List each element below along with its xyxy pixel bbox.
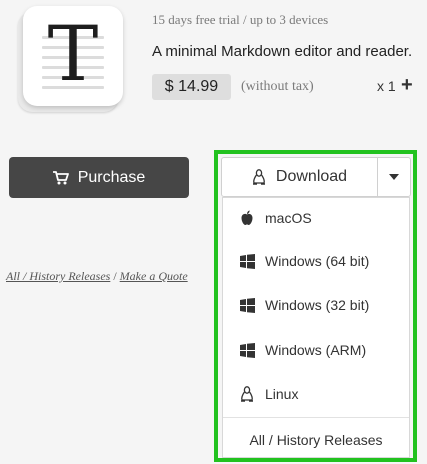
download-label: Download <box>275 168 348 185</box>
menu-item-label: Linux <box>265 386 299 402</box>
menu-divider <box>223 417 409 418</box>
tax-note: (without tax) <box>241 79 314 94</box>
apple-icon <box>239 210 255 226</box>
download-split-button: Download <box>221 157 411 197</box>
menu-item-linux[interactable]: Linux <box>223 374 409 414</box>
caret-down-icon <box>389 174 399 180</box>
download-menu: macOS Windows (64 bit) Windows (32 bit) … <box>222 197 410 458</box>
menu-item-label: Windows (ARM) <box>265 342 367 358</box>
purchase-button[interactable]: Purchase <box>9 157 189 198</box>
quantity-label: x 1 <box>377 78 396 94</box>
release-links: All / History Releases / Make a Quote Q <box>6 269 403 284</box>
windows-icon <box>239 297 255 313</box>
history-releases-link[interactable]: All / History Releases <box>6 269 110 283</box>
linux-icon <box>252 169 265 185</box>
app-icon: T <box>18 6 126 114</box>
purchase-label: Purchase <box>77 168 146 186</box>
tagline: A minimal Markdown editor and reader. <box>152 43 413 60</box>
icon-glyph: T <box>47 9 99 98</box>
cart-icon <box>52 170 69 184</box>
menu-item-label: Windows (64 bit) <box>265 253 370 269</box>
windows-icon <box>239 342 255 358</box>
trial-text: 15 days free trial / up to 3 devices <box>152 12 329 27</box>
menu-item-windows-32[interactable]: Windows (32 bit) <box>223 285 409 325</box>
menu-item-windows-64[interactable]: Windows (64 bit) <box>223 241 409 281</box>
menu-item-label: macOS <box>265 210 312 226</box>
menu-item-label: All / History Releases <box>249 432 383 448</box>
link-separator: / <box>110 269 120 283</box>
increase-quantity-button[interactable]: + <box>401 74 413 96</box>
menu-item-windows-arm[interactable]: Windows (ARM) <box>223 330 409 370</box>
quote-link[interactable]: Make a Quote <box>120 269 188 283</box>
windows-icon <box>239 253 255 269</box>
download-button[interactable]: Download <box>222 158 377 196</box>
menu-item-label: Windows (32 bit) <box>265 297 370 313</box>
linux-icon <box>239 386 255 402</box>
menu-item-macos[interactable]: macOS <box>223 198 409 238</box>
download-dropdown-toggle[interactable] <box>377 158 410 196</box>
menu-item-history-releases[interactable]: All / History Releases <box>223 420 409 460</box>
price-badge: $ 14.99 <box>152 74 231 100</box>
